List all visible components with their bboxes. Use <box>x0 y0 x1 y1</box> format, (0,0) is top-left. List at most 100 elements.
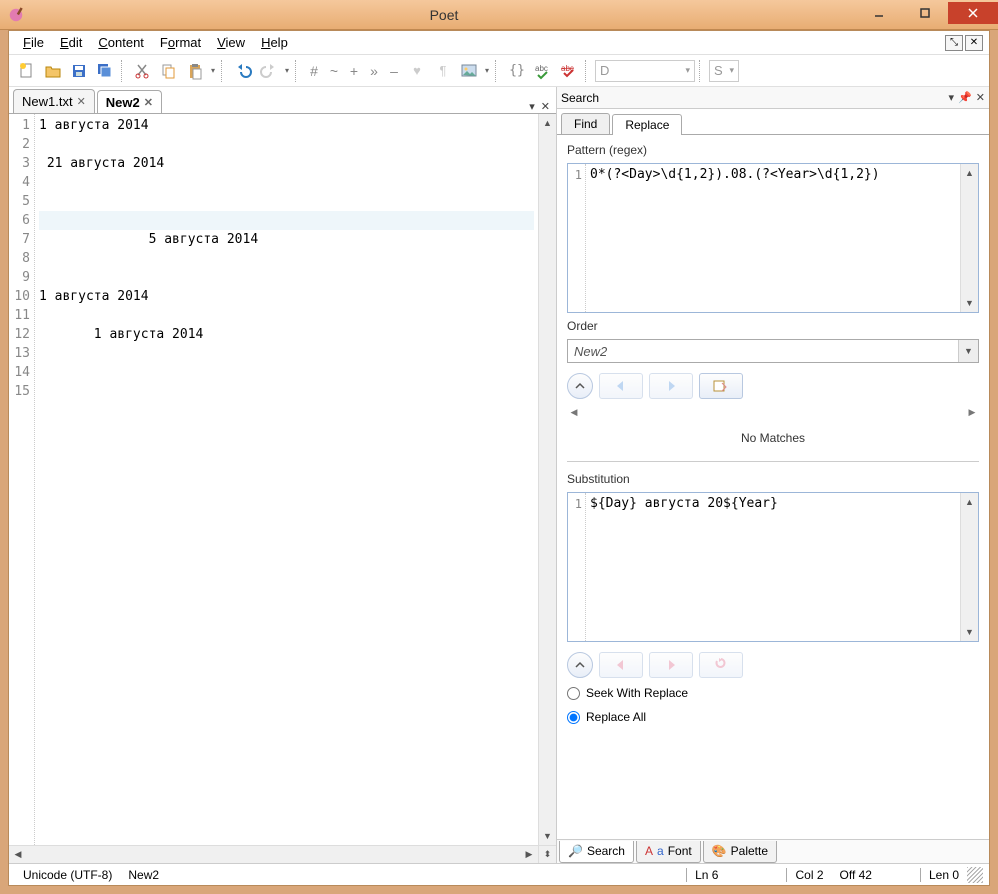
replace-prev-button[interactable] <box>599 652 643 678</box>
picture-dropdown[interactable]: ▾ <box>483 66 491 75</box>
scroll-corner-icon[interactable]: ⬍ <box>538 846 556 863</box>
scroll-left-icon[interactable]: ◀ <box>9 846 27 863</box>
substitution-scrollbar[interactable]: ▲▼ <box>960 493 978 641</box>
cut-button[interactable] <box>131 59 155 83</box>
replace-all-radio[interactable]: Replace All <box>567 708 979 726</box>
scroll-up-icon[interactable]: ▲ <box>539 114 556 132</box>
menu-edit[interactable]: Edit <box>52 33 90 52</box>
editor-tab[interactable]: New2 ✕ <box>97 90 162 114</box>
no-matches-label: No Matches <box>567 425 979 451</box>
menu-file[interactable]: File <box>15 33 52 52</box>
panel-menu-dropdown[interactable]: ▾ <box>949 91 955 104</box>
minimize-button[interactable] <box>856 2 902 24</box>
braces-icon[interactable]: {} <box>505 59 529 83</box>
insert-ndash-button[interactable]: – <box>385 63 403 79</box>
undo-button[interactable] <box>231 59 255 83</box>
pattern-text[interactable]: 0*(?<Day>\d{1,2}).08.(?<Year>\d{1,2}) <box>586 164 960 312</box>
search-tabs: Find Replace <box>557 109 989 135</box>
status-line: Ln 6 <box>686 868 726 882</box>
edit-list-button[interactable] <box>699 373 743 399</box>
chevron-down-icon[interactable]: ▼ <box>958 340 978 362</box>
close-frame-button[interactable]: ✕ <box>965 35 983 51</box>
resize-grip[interactable] <box>967 867 983 883</box>
open-file-button[interactable] <box>41 59 65 83</box>
insert-tilde-button[interactable]: ~ <box>325 63 343 79</box>
menu-help[interactable]: Help <box>253 33 296 52</box>
copy-button[interactable] <box>157 59 181 83</box>
insert-raquo-button[interactable]: » <box>365 63 383 79</box>
replace-next-button[interactable] <box>649 652 693 678</box>
status-len: Len 0 <box>920 868 967 882</box>
menu-content[interactable]: Content <box>90 33 152 52</box>
tab-menu-dropdown[interactable]: ▾ <box>527 100 537 113</box>
paste-button[interactable] <box>183 59 207 83</box>
collapse-up-button-2[interactable] <box>567 652 593 678</box>
spellcheck-ok-icon[interactable]: abc <box>531 59 555 83</box>
binoculars-icon: 🔎 <box>568 844 583 858</box>
replace-tab[interactable]: Replace <box>612 114 682 135</box>
horizontal-scrollbar[interactable]: ◀ ▶ ⬍ <box>9 845 556 863</box>
insert-hash-button[interactable]: # <box>305 63 323 79</box>
order-combo[interactable]: New2 ▼ <box>567 339 979 363</box>
line-gutter: 123456789101112131415 <box>9 114 35 845</box>
bottom-tabs: 🔎 Search Aa Font 🎨 Palette <box>557 839 989 863</box>
toolbar-combo-s[interactable]: S▾ <box>709 60 739 82</box>
close-panel-icon[interactable]: ✕ <box>976 91 985 104</box>
seek-radio[interactable]: Seek With Replace <box>567 684 979 702</box>
replace-all-button[interactable] <box>699 652 743 678</box>
collapse-up-button[interactable] <box>567 373 593 399</box>
substitution-input[interactable]: 1 ${Day} августа 20${Year} ▲▼ <box>567 492 979 642</box>
window-controls <box>856 6 998 24</box>
bottom-tab-font[interactable]: Aa Font <box>636 841 701 863</box>
pin-icon[interactable]: 📌 <box>958 91 972 104</box>
pattern-scrollbar[interactable]: ▲▼ <box>960 164 978 312</box>
scroll-right-icon[interactable]: ▶ <box>520 846 538 863</box>
close-icon[interactable]: ✕ <box>77 95 86 108</box>
prev-match-button[interactable] <box>599 373 643 399</box>
heart-icon[interactable]: ♥ <box>405 59 429 83</box>
picture-icon[interactable] <box>457 59 481 83</box>
bottom-tab-search[interactable]: 🔎 Search <box>559 841 634 863</box>
code-area[interactable]: 1 августа 2014 21 августа 2014 5 августа… <box>35 114 538 845</box>
menu-view[interactable]: View <box>209 33 253 52</box>
replace-all-label: Replace All <box>586 710 646 724</box>
menu-bar: File Edit Content Format View Help ⤡ ✕ <box>9 31 989 55</box>
replace-all-radio-input[interactable] <box>567 711 580 724</box>
editor-tabs: New1.txt ✕ New2 ✕ ▾ ✕ <box>9 87 556 113</box>
pattern-input[interactable]: 1 0*(?<Day>\d{1,2}).08.(?<Year>\d{1,2}) … <box>567 163 979 313</box>
main-area: New1.txt ✕ New2 ✕ ▾ ✕ 123456789101112131… <box>9 87 989 863</box>
toolbar-combo-d[interactable]: D▾ <box>595 60 695 82</box>
next-match-button[interactable] <box>649 373 693 399</box>
menu-format[interactable]: Format <box>152 33 209 52</box>
status-off: Off 42 <box>832 868 880 882</box>
maximize-button[interactable] <box>902 2 948 24</box>
palette-icon: 🎨 <box>712 844 727 858</box>
close-button[interactable] <box>948 2 998 24</box>
editor-tab[interactable]: New1.txt ✕ <box>13 89 95 113</box>
spellcheck-err-icon[interactable]: abc <box>557 59 581 83</box>
app-frame: File Edit Content Format View Help ⤡ ✕ ▾… <box>8 30 990 886</box>
paragraph-icon[interactable]: ¶ <box>431 59 455 83</box>
restore-frame-button[interactable]: ⤡ <box>945 35 963 51</box>
insert-plus-button[interactable]: + <box>345 63 363 79</box>
substitution-text[interactable]: ${Day} августа 20${Year} <box>586 493 960 641</box>
paste-dropdown[interactable]: ▾ <box>209 66 217 75</box>
status-encoding: Unicode (UTF-8) <box>15 868 120 882</box>
font-icon: A <box>645 844 653 858</box>
divider <box>567 461 979 462</box>
seek-label: Seek With Replace <box>586 686 688 700</box>
save-button[interactable] <box>67 59 91 83</box>
seek-radio-input[interactable] <box>567 687 580 700</box>
save-all-button[interactable] <box>93 59 117 83</box>
new-file-button[interactable] <box>15 59 39 83</box>
status-bar: Unicode (UTF-8) New2 Ln 6 Col 2 Off 42 L… <box>9 863 989 885</box>
close-icon[interactable]: ✕ <box>144 96 153 109</box>
bottom-tab-palette[interactable]: 🎨 Palette <box>703 841 777 863</box>
close-active-tab-button[interactable]: ✕ <box>539 100 552 113</box>
find-tab[interactable]: Find <box>561 113 610 134</box>
vertical-scrollbar[interactable]: ▲ ▼ <box>538 114 556 845</box>
redo-dropdown[interactable]: ▾ <box>283 66 291 75</box>
match-hscroll[interactable]: ◀▶ <box>567 405 979 419</box>
redo-button[interactable] <box>257 59 281 83</box>
scroll-down-icon[interactable]: ▼ <box>539 827 556 845</box>
